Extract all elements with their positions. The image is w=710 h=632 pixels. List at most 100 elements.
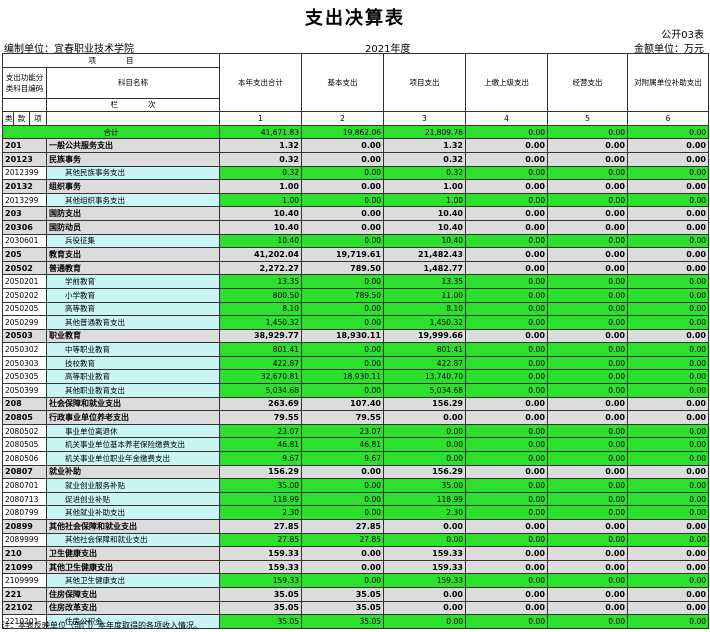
function-code: 203 — [2, 206, 47, 221]
table-code: 公开03表 — [661, 30, 704, 41]
col-num-5: 5 — [547, 111, 628, 126]
header-project: 项 目 — [2, 53, 220, 68]
function-code: 22102 — [2, 600, 47, 616]
table-row: 2080502 事业单位离退休 23.07 23.07 0.00 0.00 0.00 0.00 — [2, 423, 709, 439]
col-num-1: 1 — [219, 111, 302, 126]
table-row: 2050302 中等职业教育 801.41 0.00 801.41 0.00 0.00 0.0… — [2, 342, 709, 357]
function-code: 208 — [2, 396, 47, 412]
function-code: 2050201 — [2, 274, 47, 289]
amount-cell: 0.00 — [627, 546, 709, 561]
amount-cell: 27.85 — [219, 532, 302, 548]
amount-cell: 0.00 — [627, 491, 709, 507]
total-value: 0.00 — [465, 124, 548, 140]
amount-cell: 79.55 — [219, 410, 302, 425]
amount-cell: 35.05 — [301, 600, 384, 616]
amount-cell: 0.00 — [547, 396, 628, 412]
amount-cell: 0.00 — [627, 192, 709, 208]
amount-cell: 2.30 — [219, 505, 302, 520]
amount-cell: 0.00 — [547, 219, 628, 235]
table-row: 2080505 机关事业单位基本养老保险缴费支出 46.81 46.81 0.00 0.0… — [2, 437, 709, 453]
amount-cell: 0.00 — [301, 546, 384, 561]
amount-cell: 0.00 — [465, 192, 548, 208]
amount-cell: 0.00 — [627, 586, 709, 602]
table-row: 2012399 其他民族事务支出 0.32 0.00 0.32 0.00 0.00 0.00 — [2, 165, 709, 181]
amount-cell: 0.00 — [465, 478, 548, 493]
amount-cell: 0.00 — [465, 287, 548, 303]
function-code: 2050299 — [2, 315, 47, 330]
amount-cell: 0.00 — [547, 505, 628, 520]
amount-cell: 1.00 — [383, 192, 466, 208]
amount-cell: 35.05 — [219, 614, 302, 629]
amount-cell: 0.00 — [547, 532, 628, 548]
col-num-6: 6 — [627, 111, 709, 126]
amount-cell: 159.33 — [219, 573, 302, 588]
subject-name: 其他就业补助支出 — [46, 505, 220, 520]
amount-cell: 35.05 — [301, 614, 384, 629]
amount-cell: 1.00 — [219, 192, 302, 208]
amount-cell: 0.00 — [547, 423, 628, 439]
col-num-2: 2 — [301, 111, 384, 126]
amount-cell: 18,930.11 — [301, 328, 384, 344]
amount-cell: 0.00 — [301, 559, 384, 575]
function-code: 2080713 — [2, 491, 47, 507]
function-code: 2050205 — [2, 301, 47, 317]
amount-cell: 0.00 — [547, 342, 628, 357]
amount-cell: 46.81 — [219, 437, 302, 453]
table-row: 205 教育支出 41,202.04 19,719.61 21,482.43 0.00 0.… — [2, 247, 709, 262]
amount-cell: 0.00 — [627, 247, 709, 262]
amount-cell: 0.00 — [465, 138, 548, 153]
amount-cell: 0.00 — [465, 274, 548, 289]
function-code: 2050303 — [2, 355, 47, 371]
amount-cell: 1.32 — [219, 138, 302, 153]
amount-cell: 0.00 — [627, 342, 709, 357]
amount-cell: 0.00 — [301, 301, 384, 317]
amount-cell: 422.87 — [383, 355, 466, 371]
subject-name: 国防支出 — [46, 206, 220, 221]
amount-cell: 0.00 — [383, 410, 466, 425]
amount-cell: 10.40 — [219, 233, 302, 249]
amount-cell: 159.33 — [219, 546, 302, 561]
amount-cell: 0.00 — [547, 559, 628, 575]
amount-cell: 0.00 — [627, 151, 709, 167]
amount-cell: 0.00 — [627, 519, 709, 534]
amount-cell: 0.00 — [301, 179, 384, 194]
amount-cell: 0.00 — [547, 478, 628, 493]
expenditure-table: 项 目 本年支出合计 基本支出 项目支出 上缴上级支出 经营支出 对附属单位补助… — [2, 52, 709, 629]
header-col-2: 基本支出 — [301, 52, 384, 113]
function-code: 2080505 — [2, 437, 47, 453]
amount-cell: 0.00 — [465, 396, 548, 412]
total-value: 0.00 — [627, 124, 709, 140]
amount-cell: 0.00 — [383, 437, 466, 453]
function-code: 20503 — [2, 328, 47, 344]
amount-cell: 0.00 — [547, 369, 628, 385]
table-row: 20503 职业教育 38,929.77 18,930.11 19,999.66 0.00… — [2, 328, 709, 344]
table-row: 2050299 其他普通教育支出 1,450.32 0.00 1,450.32 0.00 0… — [2, 315, 709, 330]
table-row: 22102 住房改革支出 35.05 35.05 0.00 0.00 0.00 0.00 — [2, 600, 709, 616]
amount-cell: 0.00 — [627, 383, 709, 398]
amount-cell: 0.00 — [627, 233, 709, 249]
amount-cell: 0.00 — [301, 219, 384, 235]
amount-cell: 0.00 — [627, 573, 709, 588]
amount-cell: 0.00 — [301, 342, 384, 357]
header-xiang: 项 — [29, 111, 47, 126]
total-value: 0.00 — [547, 124, 628, 140]
function-code: 2012399 — [2, 165, 47, 181]
amount-cell: 0.00 — [627, 301, 709, 317]
table-row: 2013299 其他组织事务支出 1.00 0.00 1.00 0.00 0.00 0.00 — [2, 192, 709, 208]
amount-cell: 11.00 — [383, 287, 466, 303]
table-row: 2050303 技校教育 422.87 0.00 422.87 0.00 0.00 0.00 — [2, 355, 709, 371]
header-column-order: 栏 次 — [46, 97, 220, 113]
amount-cell: 118.99 — [219, 491, 302, 507]
subject-name: 社会保障和就业支出 — [46, 396, 220, 412]
table-row: 2050399 其他职业教育支出 5,034.68 0.00 5,034.68 0.00 0… — [2, 383, 709, 398]
amount-cell: 0.00 — [547, 165, 628, 181]
table-row: 2050205 高等教育 8.10 0.00 8.10 0.00 0.00 0.00 — [2, 301, 709, 317]
amount-cell: 1.32 — [383, 138, 466, 153]
amount-cell: 0.00 — [547, 451, 628, 466]
header-col-6: 对附属单位补助支出 — [627, 52, 709, 113]
subject-name: 其他社会保障和就业支出 — [46, 532, 220, 548]
amount-cell: 0.00 — [465, 464, 548, 480]
amount-cell: 0.00 — [465, 600, 548, 616]
amount-cell: 0.00 — [627, 328, 709, 344]
amount-cell: 156.29 — [383, 396, 466, 412]
